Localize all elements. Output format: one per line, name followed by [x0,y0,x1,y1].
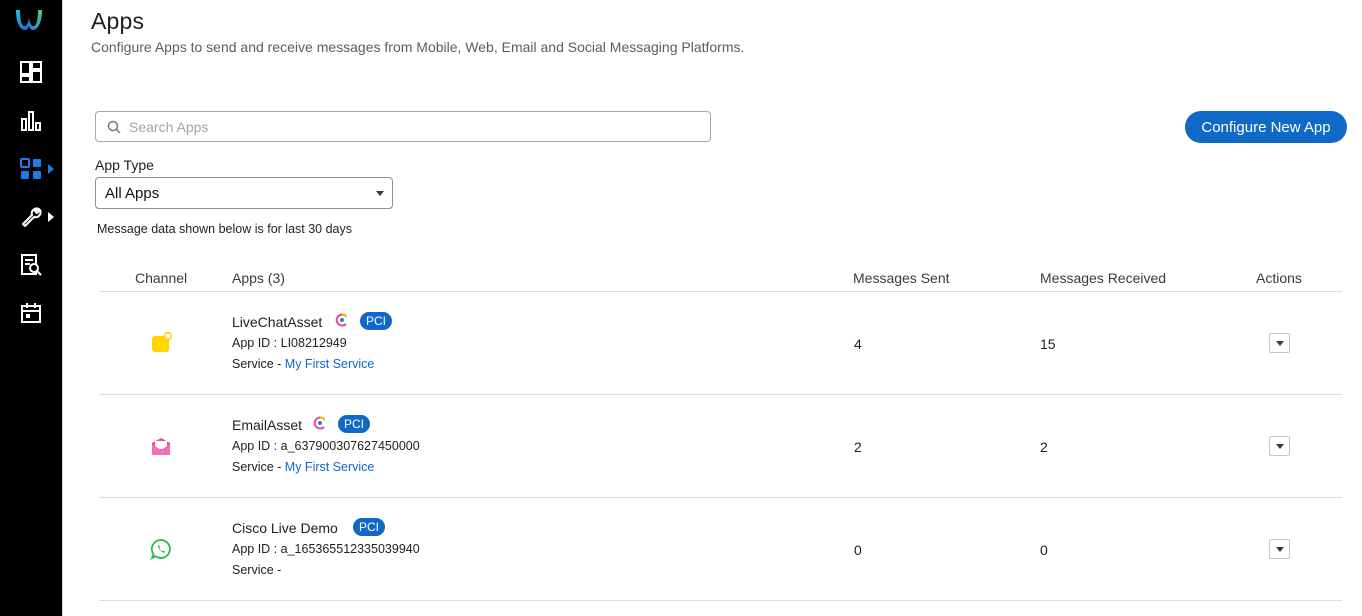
configure-new-app-button[interactable]: Configure New App [1185,111,1347,143]
sidebar-item-reports[interactable] [0,245,62,285]
header-divider [99,291,1342,292]
actions-dropdown[interactable] [1269,333,1290,353]
sidebar-item-dashboard[interactable] [0,52,62,92]
calendar-icon [21,303,41,323]
service-line: Service - My First Service [232,460,374,474]
row-divider [99,497,1342,498]
sidebar-item-analytics[interactable] [0,101,62,141]
chevron-down-icon [1276,547,1284,552]
service-line: Service - My First Service [232,357,374,371]
service-line: Service - [232,563,281,577]
expand-caret-icon [48,164,54,174]
sidebar-item-tools[interactable] [0,197,62,237]
whatsapp-icon [150,539,171,560]
app-type-label: App Type [95,157,154,173]
service-link[interactable]: My First Service [285,357,375,371]
column-header-apps: Apps (3) [232,270,285,286]
pci-badge: PCI [353,518,386,536]
messages-received-value: 0 [1040,542,1048,558]
search-input[interactable] [129,118,689,135]
apps-icon [20,158,41,179]
search-icon [107,120,121,134]
app-type-select[interactable]: All Apps [95,177,393,209]
row-divider [99,600,1342,601]
sidebar-divider [62,0,63,616]
app-name[interactable]: LiveChatAsset [232,314,322,330]
wrench-icon [22,207,42,227]
chevron-down-icon [376,191,384,196]
app-id: App ID : a_165365512335039940 [232,542,420,556]
row-divider [99,394,1342,395]
chevron-down-icon [1276,444,1284,449]
service-label: Service - [232,357,285,371]
column-header-messages-sent: Messages Sent [853,270,950,286]
analytics-icon [21,111,41,131]
service-label: Service - [232,563,282,577]
sidebar-item-calendar[interactable] [0,293,62,333]
sidebar [0,0,62,616]
pci-badge: PCI [360,312,393,330]
page-title: Apps [91,8,145,34]
app-name[interactable]: Cisco Live Demo [232,520,338,536]
service-label: Service - [232,460,285,474]
c-badge-icon [335,313,348,327]
messages-received-value: 15 [1040,336,1056,352]
livechat-icon [152,332,172,352]
webex-logo[interactable] [13,6,45,32]
pci-badge: PCI [338,415,371,433]
chevron-down-icon [1276,341,1284,346]
message-data-note: Message data shown below is for last 30 … [97,222,352,236]
service-link[interactable]: My First Service [285,460,375,474]
app-id: App ID : a_637900307627450000 [232,439,420,453]
column-header-messages-received: Messages Received [1040,270,1167,286]
page-subtitle: Configure Apps to send and receive messa… [91,39,745,55]
messages-received-value: 2 [1040,439,1048,455]
messages-sent-value: 0 [854,542,862,558]
column-header-actions: Actions [1256,270,1302,286]
column-header-channel: Channel [135,270,188,286]
messages-sent-value: 2 [854,439,862,455]
expand-caret-icon [48,212,54,222]
messages-sent-value: 4 [854,336,862,352]
actions-dropdown[interactable] [1269,539,1290,559]
actions-dropdown[interactable] [1269,436,1290,456]
search-box[interactable] [95,111,711,142]
c-badge-icon [313,416,326,430]
app-name[interactable]: EmailAsset [232,417,302,433]
app-type-selected-value: All Apps [105,184,160,202]
dashboard-icon [20,61,42,83]
report-icon [21,254,42,276]
email-icon [152,438,170,455]
app-id: App ID : LI08212949 [232,336,347,350]
sidebar-item-apps[interactable] [0,149,62,189]
